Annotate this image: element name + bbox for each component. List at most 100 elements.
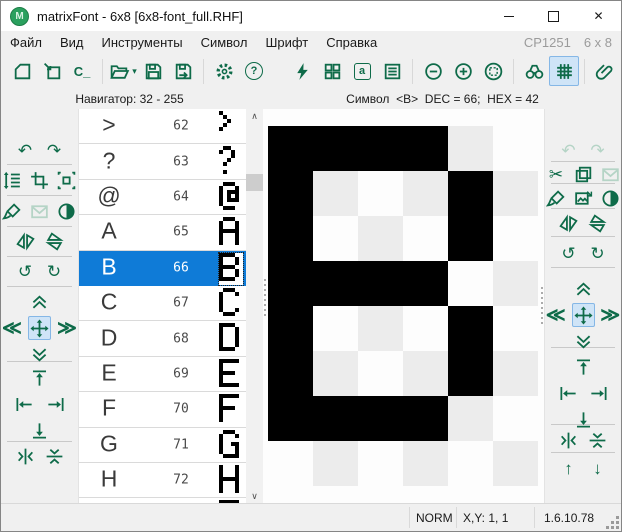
shift-right-button[interactable]: ≫ — [56, 317, 78, 339]
pixel-cell[interactable] — [268, 171, 313, 216]
char-row-72[interactable]: H72 — [79, 463, 246, 498]
pixel-cell[interactable] — [358, 171, 403, 216]
shift-up-button[interactable] — [571, 277, 595, 299]
collapse-v-button[interactable] — [42, 445, 66, 467]
shift-down-button[interactable] — [571, 331, 595, 353]
collapse-h-button[interactable] — [557, 429, 581, 451]
paste-button[interactable] — [28, 200, 50, 222]
rotate-ccw-button[interactable]: ↺ — [13, 260, 37, 282]
brush-button[interactable] — [1, 200, 23, 222]
import-font-button[interactable] — [37, 56, 67, 86]
snap-left-button[interactable] — [556, 382, 580, 404]
help-button[interactable]: ? — [239, 56, 269, 86]
scroll-up-icon[interactable]: ∧ — [246, 109, 263, 124]
pixel-cell[interactable] — [403, 216, 448, 261]
open-font-button[interactable]: ▾ — [108, 56, 138, 86]
redo-button[interactable]: ↷ — [42, 139, 66, 161]
redo-button[interactable]: ↷ — [586, 139, 610, 161]
char-map-button[interactable]: a — [347, 56, 377, 86]
image-import-button[interactable] — [572, 187, 594, 209]
zoom-fit-button[interactable] — [478, 56, 508, 86]
pixel-cell[interactable] — [493, 306, 538, 351]
pixel-cell[interactable] — [448, 171, 493, 216]
flip-v-button[interactable] — [586, 212, 610, 234]
rotate-cw-button[interactable]: ↻ — [586, 242, 610, 264]
pixel-cell[interactable] — [403, 441, 448, 486]
char-row-63[interactable]: ?63 — [79, 144, 246, 179]
resize-button[interactable] — [56, 169, 78, 191]
pixel-cell[interactable] — [268, 261, 313, 306]
pixel-cell[interactable] — [493, 396, 538, 441]
resize-grip[interactable] — [617, 527, 618, 528]
char-row-69[interactable]: E69 — [79, 357, 246, 392]
snap-left-button[interactable] — [12, 393, 36, 415]
menu-item-шрифт[interactable]: Шрифт — [256, 31, 317, 53]
find-char-button[interactable] — [519, 56, 549, 86]
splitter-handle-right[interactable] — [540, 287, 543, 325]
char-row-64[interactable]: @64 — [79, 180, 246, 215]
zoom-in-button[interactable] — [448, 56, 478, 86]
pixel-cell[interactable] — [448, 306, 493, 351]
pixel-cell[interactable] — [403, 396, 448, 441]
pixel-cell[interactable] — [358, 216, 403, 261]
pixel-cell[interactable] — [313, 441, 358, 486]
crop-button[interactable] — [28, 169, 50, 191]
minimize-button[interactable] — [486, 1, 531, 31]
flip-h-button[interactable] — [13, 230, 37, 252]
menu-item-справка[interactable]: Справка — [317, 31, 386, 53]
snap-right-button[interactable] — [43, 393, 67, 415]
pixel-cell[interactable] — [313, 261, 358, 306]
pixel-cell[interactable] — [403, 261, 448, 306]
code-list-button[interactable] — [377, 56, 407, 86]
invert-button[interactable] — [56, 200, 78, 222]
collapse-v-button[interactable] — [586, 429, 610, 451]
shift-left-button[interactable]: ≪ — [545, 304, 567, 326]
pixel-cell[interactable] — [268, 441, 313, 486]
undo-button[interactable]: ↶ — [557, 139, 581, 161]
scroll-down-icon[interactable]: ∨ — [246, 489, 263, 504]
scrollbar-thumb[interactable] — [246, 174, 263, 191]
flip-v-button[interactable] — [42, 230, 66, 252]
save-font-as-button[interactable] — [168, 56, 198, 86]
snap-bottom-button[interactable] — [571, 408, 595, 430]
settings-button[interactable] — [209, 56, 239, 86]
zoom-out-button[interactable] — [418, 56, 448, 86]
menu-item-инструменты[interactable]: Инструменты — [93, 31, 192, 53]
pixel-cell[interactable] — [493, 171, 538, 216]
pixel-cell[interactable] — [313, 396, 358, 441]
copy-button[interactable] — [572, 163, 594, 185]
save-font-button[interactable] — [138, 56, 168, 86]
pixel-cell[interactable] — [493, 126, 538, 171]
attachment-button[interactable] — [590, 56, 620, 86]
pixel-cell[interactable] — [358, 441, 403, 486]
pixel-cell[interactable] — [448, 441, 493, 486]
snap-top-button[interactable] — [571, 356, 595, 378]
cut-button[interactable]: ✂ — [545, 163, 567, 185]
move-button[interactable] — [28, 316, 51, 340]
pixel-cell[interactable] — [493, 351, 538, 396]
rotate-ccw-button[interactable]: ↺ — [557, 242, 581, 264]
pixel-cell[interactable] — [403, 171, 448, 216]
pixel-cell[interactable] — [448, 396, 493, 441]
char-row-66[interactable]: B66 — [79, 251, 246, 286]
pixel-cell[interactable] — [358, 396, 403, 441]
new-font-button[interactable] — [7, 56, 37, 86]
char-row-65[interactable]: A65 — [79, 215, 246, 250]
flip-h-button[interactable] — [557, 212, 581, 234]
pixel-cell[interactable] — [358, 306, 403, 351]
char-row-70[interactable]: F70 — [79, 392, 246, 427]
collapse-h-button[interactable] — [13, 445, 37, 467]
pixel-cell[interactable] — [358, 126, 403, 171]
move-button[interactable] — [572, 303, 595, 327]
char-down-button[interactable]: ↓ — [586, 457, 610, 479]
char-row-67[interactable]: C67 — [79, 286, 246, 321]
pixel-cell[interactable] — [493, 441, 538, 486]
pixel-cell[interactable] — [313, 126, 358, 171]
snap-top-button[interactable] — [28, 367, 52, 389]
pixel-cell[interactable] — [313, 306, 358, 351]
preview-all-button[interactable] — [317, 56, 347, 86]
maximize-button[interactable] — [531, 1, 576, 31]
optimize-button[interactable] — [287, 56, 317, 86]
pixel-cell[interactable] — [313, 351, 358, 396]
pixel-cell[interactable] — [268, 216, 313, 261]
